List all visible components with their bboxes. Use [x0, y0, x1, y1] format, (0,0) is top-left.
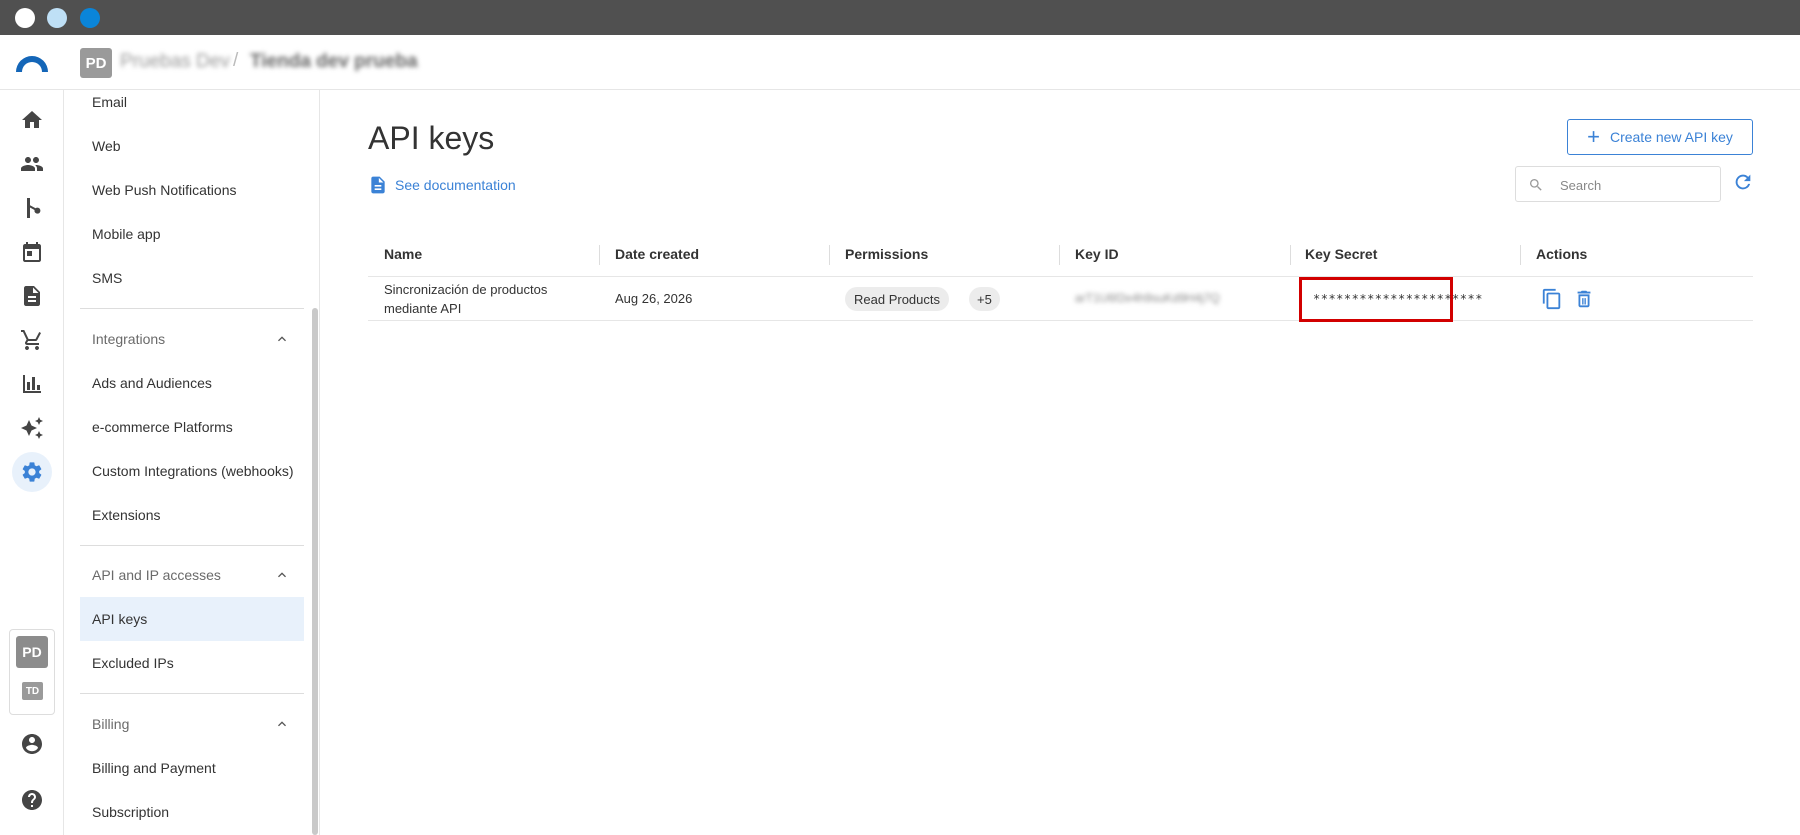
- chevron-up-icon[interactable]: [274, 567, 290, 583]
- column-separator: [1290, 245, 1291, 265]
- nav-item-email[interactable]: Email: [80, 90, 304, 124]
- more-permissions-chip[interactable]: +5: [969, 287, 1000, 311]
- nav-item-extensions[interactable]: Extensions: [80, 493, 304, 537]
- nav-item-sms[interactable]: SMS: [80, 256, 304, 300]
- gear-icon[interactable]: [12, 452, 52, 492]
- nav-item-subscription[interactable]: Subscription: [80, 790, 304, 834]
- column-header-permissions: Permissions: [845, 246, 929, 262]
- account-avatar-pd[interactable]: PD: [16, 636, 48, 668]
- nav-group-billing[interactable]: Billing: [80, 702, 304, 746]
- api-keys-table: Name Date created Permissions Key ID Key…: [368, 233, 1753, 322]
- chevron-up-icon[interactable]: [274, 716, 290, 732]
- nav-item-billing-payment[interactable]: Billing and Payment: [80, 746, 304, 790]
- app-header: PD Pruebas Dev / Tienda dev prueba: [0, 35, 1800, 90]
- column-header-actions: Actions: [1536, 246, 1588, 262]
- nav-item-ads-audiences[interactable]: Ads and Audiences: [80, 361, 304, 405]
- document-icon: [371, 176, 385, 194]
- help-icon[interactable]: [18, 786, 46, 814]
- window-minimize-button[interactable]: [47, 8, 67, 28]
- search-icon: [1530, 179, 1542, 191]
- app-logo-icon[interactable]: [14, 52, 50, 74]
- nav-divider: [80, 308, 304, 309]
- api-key-secret: **********************: [1313, 292, 1483, 306]
- nav-group-label: Billing: [92, 716, 130, 732]
- cart-icon[interactable]: [18, 326, 46, 354]
- delete-icon[interactable]: [1573, 288, 1595, 310]
- column-header-date-created: Date created: [615, 246, 700, 262]
- nav-item-mobile-app[interactable]: Mobile app: [80, 212, 304, 256]
- search-box: [1515, 166, 1721, 202]
- page-title: API keys: [368, 120, 495, 156]
- table-header: Name Date created Permissions Key ID Key…: [368, 233, 1753, 277]
- main-nav-rail: PD TD: [0, 90, 64, 835]
- see-documentation-link[interactable]: See documentation: [368, 174, 516, 196]
- api-key-date-created: Aug 26, 2026: [615, 291, 693, 306]
- refresh-icon[interactable]: [1732, 171, 1756, 195]
- account-switcher: PD TD: [9, 629, 55, 715]
- nav-group-label: Integrations: [92, 331, 166, 347]
- nav-item-custom-integrations[interactable]: Custom Integrations (webhooks): [80, 449, 304, 493]
- column-separator: [1059, 245, 1060, 265]
- main-content: API keys See documentation + Create new …: [320, 90, 1800, 835]
- nav-item-excluded-ips[interactable]: Excluded IPs: [80, 641, 304, 685]
- key-secret-highlight: **********************: [1299, 277, 1482, 322]
- column-header-name: Name: [384, 246, 423, 262]
- settings-sidebar: Email Web Web Push Notifications Mobile …: [64, 90, 320, 835]
- see-documentation-label: See documentation: [395, 177, 516, 193]
- calendar-icon[interactable]: [18, 238, 46, 266]
- column-separator: [599, 245, 600, 265]
- plus-icon: +: [1587, 124, 1600, 149]
- column-header-key-secret: Key Secret: [1305, 246, 1378, 262]
- nav-group-api-ip[interactable]: API and IP accesses: [80, 553, 304, 597]
- breadcrumb-org[interactable]: Pruebas Dev: [120, 51, 230, 73]
- nav-divider: [80, 693, 304, 694]
- window-titlebar: [0, 0, 1800, 35]
- org-avatar[interactable]: PD: [80, 48, 112, 78]
- column-separator: [1520, 245, 1521, 265]
- column-header-key-id: Key ID: [1075, 246, 1119, 262]
- permission-chip: Read Products: [845, 287, 949, 311]
- account-icon[interactable]: [18, 730, 46, 758]
- nav-group-label: API and IP accesses: [92, 567, 221, 583]
- api-key-id: arT1U6f2e4h9suKd9H4j7Q: [1075, 291, 1220, 305]
- create-api-key-label: Create new API key: [1609, 129, 1733, 145]
- flow-icon[interactable]: [18, 194, 46, 222]
- breadcrumb-store[interactable]: Tienda dev prueba: [250, 51, 418, 73]
- nav-item-web-push[interactable]: Web Push Notifications: [80, 168, 304, 212]
- copy-icon[interactable]: [1541, 288, 1563, 310]
- users-icon[interactable]: [18, 150, 46, 178]
- nav-divider: [80, 545, 304, 546]
- nav-group-integrations[interactable]: Integrations: [80, 317, 304, 361]
- breadcrumb-separator: /: [233, 50, 239, 71]
- column-separator: [829, 245, 830, 265]
- create-api-key-button[interactable]: + Create new API key: [1567, 119, 1753, 155]
- api-key-name: Sincronización de productos mediante API: [384, 282, 548, 316]
- nav-item-api-keys[interactable]: API keys: [80, 597, 304, 641]
- table-row[interactable]: Sincronización de productos mediante API…: [368, 277, 1753, 322]
- nav-item-web[interactable]: Web: [80, 124, 304, 168]
- home-icon[interactable]: [18, 106, 46, 134]
- chart-icon[interactable]: [18, 370, 46, 398]
- chevron-up-icon[interactable]: [274, 331, 290, 347]
- sparkle-icon[interactable]: [18, 414, 46, 442]
- sidebar-scrollbar[interactable]: [312, 308, 318, 835]
- window-close-button[interactable]: [15, 8, 35, 28]
- window-maximize-button[interactable]: [80, 8, 100, 28]
- account-avatar-td[interactable]: TD: [22, 682, 43, 700]
- search-input[interactable]: [1560, 174, 1710, 196]
- document-icon[interactable]: [18, 282, 46, 310]
- nav-item-ecommerce-platforms[interactable]: e-commerce Platforms: [80, 405, 304, 449]
